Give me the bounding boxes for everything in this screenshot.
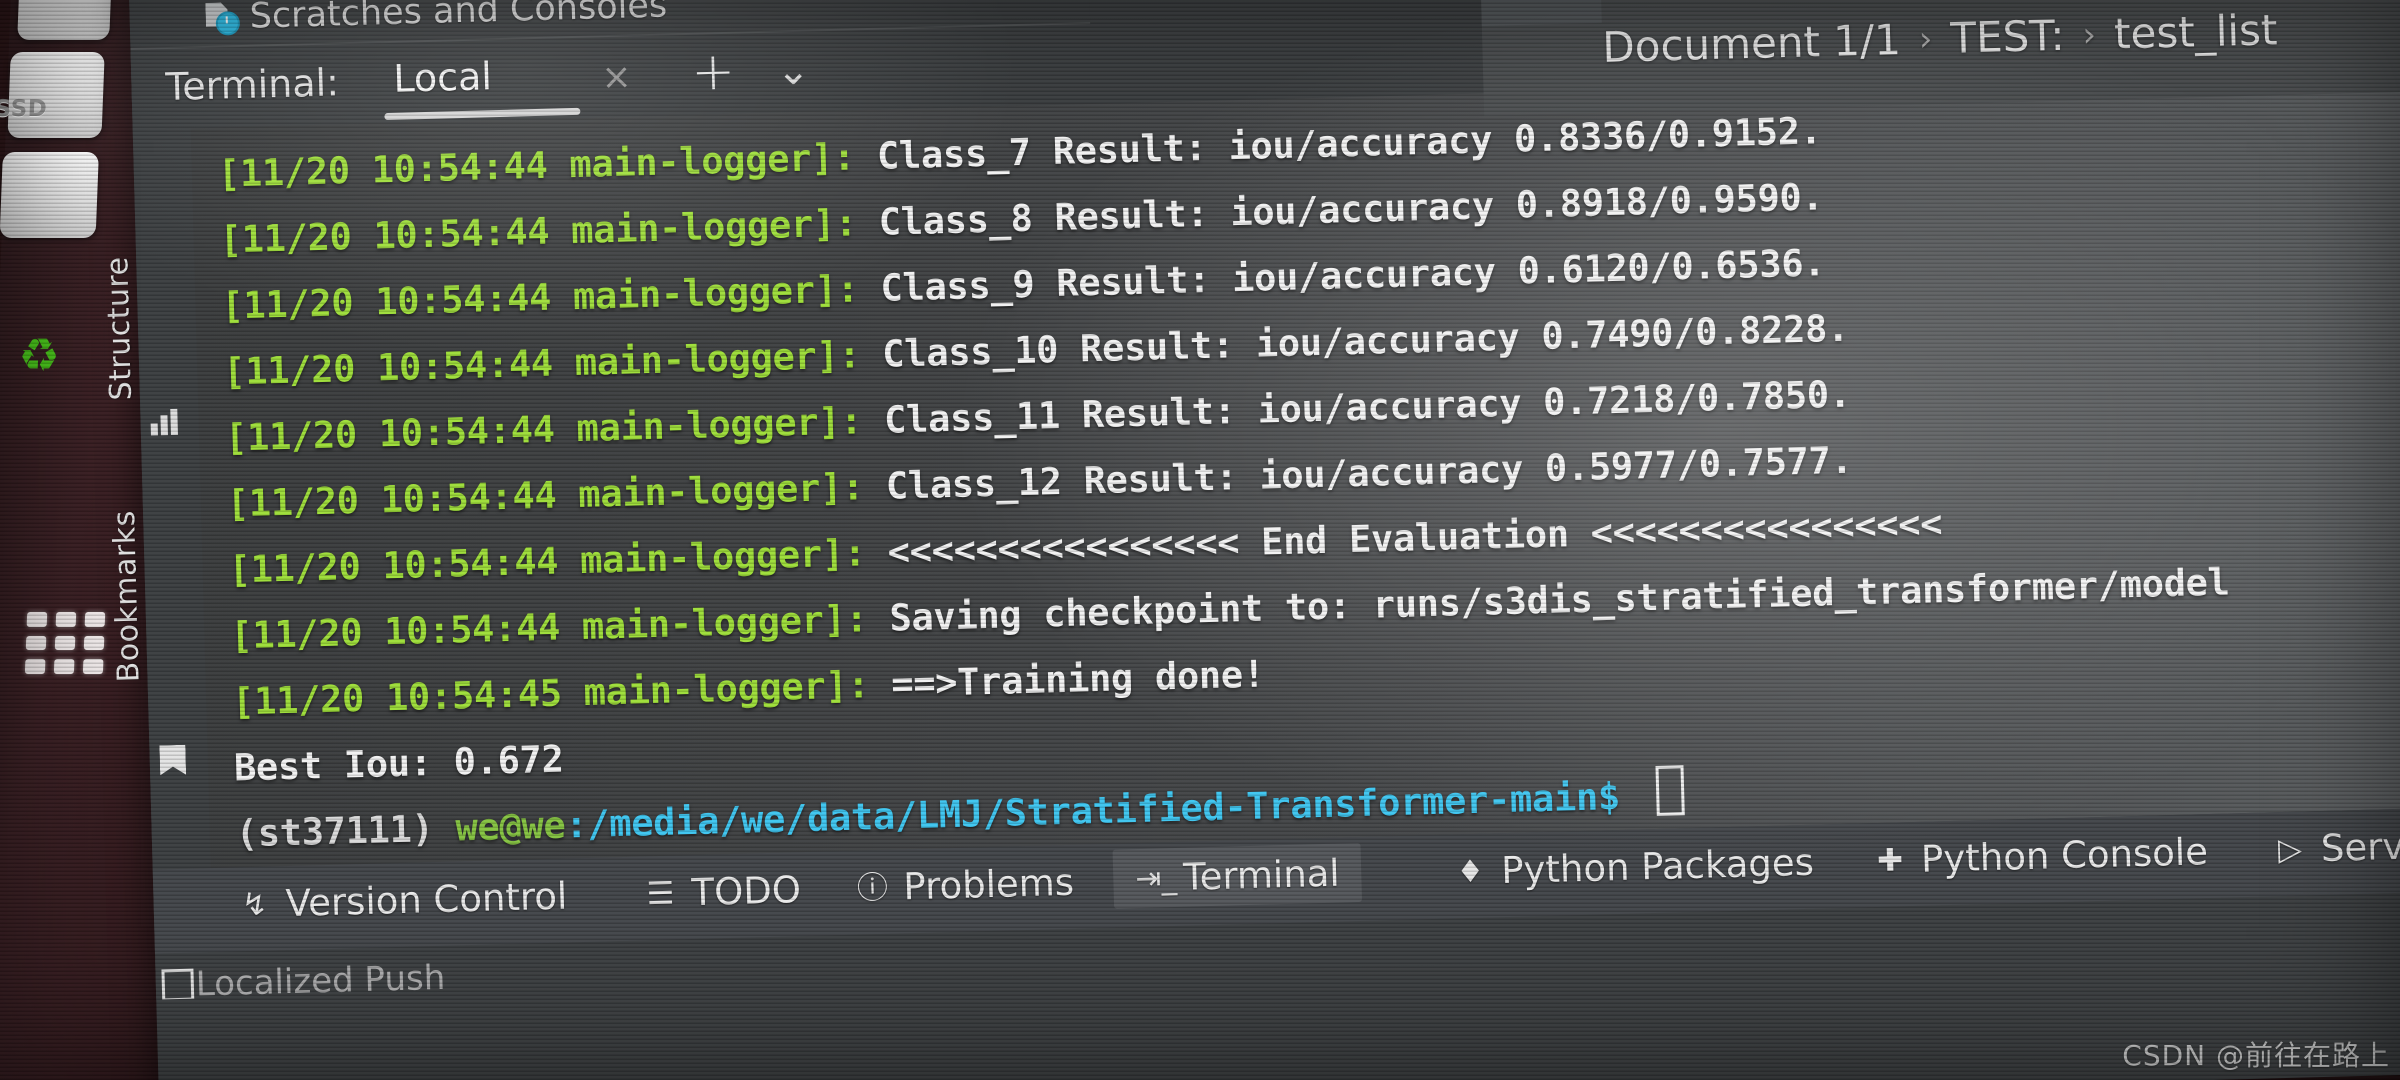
python-icon: ✚ xyxy=(1876,841,1904,879)
prompt-separator: : xyxy=(564,802,588,847)
log-prefix: [11/20 10:54:44 main-logger]: xyxy=(220,267,860,328)
breadcrumb: Document 1/1 › TEST: › test_list xyxy=(1602,5,2278,72)
prompt-env: (st37111) xyxy=(235,807,435,856)
log-text: Best Iou: 0.672 xyxy=(233,737,565,790)
tool-button-label: Terminal xyxy=(1182,851,1341,899)
log-prefix: [11/20 10:54:44 main-logger]: xyxy=(217,135,856,196)
terminal-icon: ⇥_ xyxy=(1134,859,1178,897)
csdn-watermark: CSDN @前往在路上 xyxy=(2122,1039,2390,1072)
tree-item-scratches-and-consoles[interactable]: Scratches and Consoles xyxy=(205,0,668,38)
tree-item-label: Scratches and Consoles xyxy=(249,0,668,37)
terminal-tab-local[interactable]: Local xyxy=(393,54,493,101)
tool-button-problems[interactable]: ⓘ Problems xyxy=(855,860,1075,910)
screenshot-root: SSD ♻ › External Libraries Scratches and… xyxy=(0,0,2400,1080)
pycharm-window: › External Libraries Scratches and Conso… xyxy=(100,0,2400,1080)
cut-off-row-label: Localized Push xyxy=(195,957,446,1000)
terminal-output[interactable]: [11/20 10:54:44 main-logger]: Class_7 Re… xyxy=(190,66,2400,869)
terminal-cursor xyxy=(1654,765,1685,816)
log-prefix: [11/20 10:54:44 main-logger]: xyxy=(226,465,865,526)
structure-icon xyxy=(150,408,181,436)
tool-button-label: Python Packages xyxy=(1500,840,1815,893)
checkbox-icon[interactable] xyxy=(161,968,195,1000)
tool-button-services[interactable]: ▷ Services xyxy=(2272,823,2400,872)
log-prefix: [11/20 10:54:44 main-logger]: xyxy=(224,399,863,460)
show-applications-button[interactable] xyxy=(24,612,106,674)
dock-trash-icon[interactable]: ♻ xyxy=(0,152,99,382)
breadcrumb-item-document[interactable]: Document 1/1 xyxy=(1602,15,1902,72)
recycle-icon: ♻ xyxy=(17,328,61,382)
bookmark-icon xyxy=(159,745,190,772)
close-icon[interactable]: × xyxy=(601,56,632,98)
log-text: ==>Training done! xyxy=(890,652,1266,706)
tool-button-version-control[interactable]: ↯ Version Control xyxy=(237,874,568,926)
tool-button-label: Problems xyxy=(902,860,1075,909)
dock-drive-label: SSD xyxy=(0,96,48,122)
warning-icon: ⓘ xyxy=(856,869,889,907)
tool-button-label: Python Console xyxy=(1920,830,2209,881)
dock-drive-icon-ssd[interactable]: SSD xyxy=(0,52,105,138)
list-icon: ☰ xyxy=(646,875,675,912)
breadcrumb-separator-icon: › xyxy=(2081,14,2097,55)
log-prefix: [11/20 10:54:44 main-logger]: xyxy=(222,333,861,394)
prompt-user-host: we@we xyxy=(454,803,566,850)
branch-icon: ↯ xyxy=(241,886,269,923)
breadcrumb-separator-icon: › xyxy=(1918,18,1933,60)
dock-drive-icon-1[interactable] xyxy=(17,0,113,40)
prompt-sigil: $ xyxy=(1597,774,1621,819)
tool-button-terminal[interactable]: ⇥_ Terminal xyxy=(1112,842,1363,909)
add-terminal-icon[interactable]: + xyxy=(691,42,736,103)
packages-icon: ♦ xyxy=(1455,853,1485,890)
tool-button-python-console[interactable]: ✚ Python Console xyxy=(1873,830,2209,882)
scratches-icon xyxy=(205,2,241,36)
breadcrumb-item-test-list[interactable]: test_list xyxy=(2113,5,2278,58)
tool-button-python-packages[interactable]: ♦ Python Packages xyxy=(1453,841,1815,894)
log-prefix: [11/20 10:54:45 main-logger]: xyxy=(231,663,870,724)
log-prefix: [11/20 10:54:44 main-logger]: xyxy=(228,531,867,592)
terminal-title: Terminal: xyxy=(164,60,340,110)
tool-button-label: Services xyxy=(2320,822,2400,871)
breadcrumb-item-test[interactable]: TEST: xyxy=(1950,11,2065,63)
play-icon: ▷ xyxy=(2277,831,2303,868)
editor-gutter xyxy=(1480,0,1602,26)
tool-button-todo[interactable]: ☰ TODO xyxy=(643,868,801,915)
log-prefix: [11/20 10:54:44 main-logger]: xyxy=(219,201,858,262)
chevron-down-icon[interactable]: ⌄ xyxy=(776,48,811,95)
tool-button-label: Version Control xyxy=(285,874,568,926)
tool-button-label: TODO xyxy=(690,868,802,915)
log-prefix: [11/20 10:54:44 main-logger]: xyxy=(229,597,869,658)
